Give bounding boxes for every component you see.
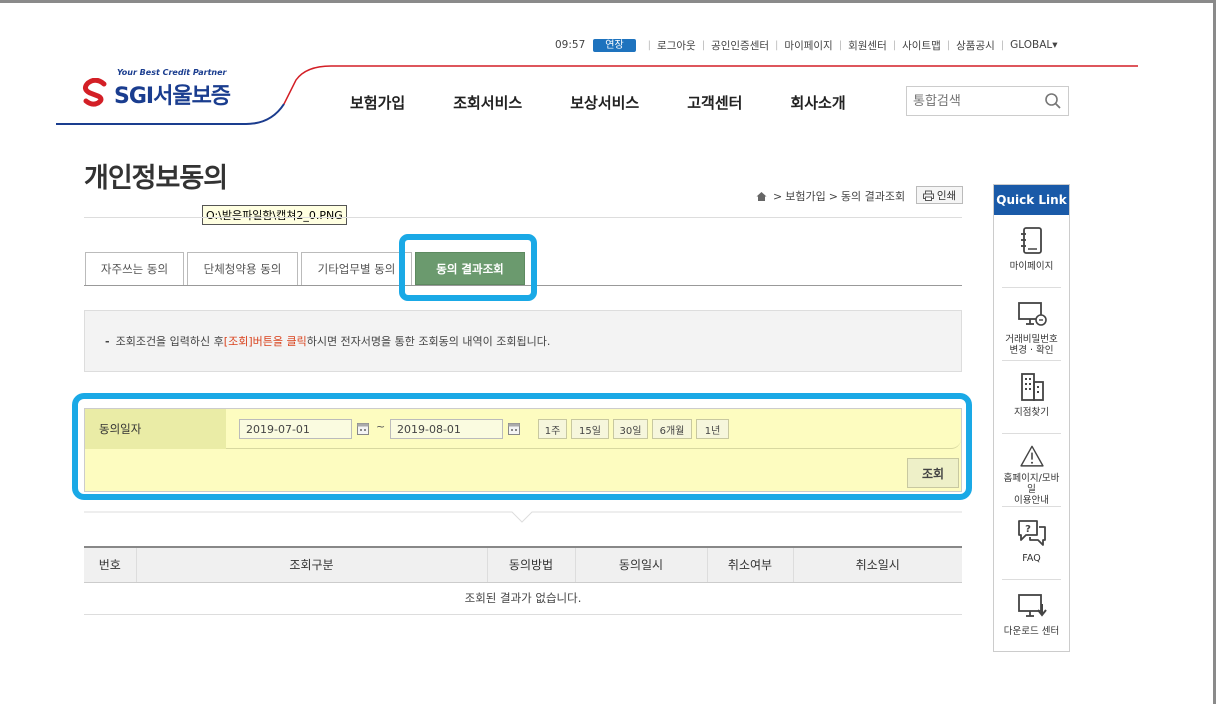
tab-frequent-consent[interactable]: 자주쓰는 동의 <box>85 252 184 285</box>
logout-link[interactable]: 로그아웃 <box>657 38 696 53</box>
notebook-icon <box>1020 227 1042 254</box>
file-path-tooltip: O:\받은파일함\캡쳐2_0.PNG <box>202 205 347 225</box>
svg-text:?: ? <box>1025 524 1031 535</box>
utility-bar: 09:57 연장 | 로그아웃 | 공인인증센터 | 마이페이지 | 회원센터 … <box>555 38 1058 52</box>
search-input[interactable] <box>913 93 1033 109</box>
monitor-lock-icon <box>1017 302 1047 326</box>
member-center-link[interactable]: 회원센터 <box>848 38 887 53</box>
quick-link-password[interactable]: 거래비밀번호 변경 · 확인 <box>1002 288 1061 361</box>
quick-link-label: 거래비밀번호 <box>1005 334 1058 345</box>
quick-link-download[interactable]: 다운로드 센터 <box>1002 580 1061 651</box>
session-time: 09:57 <box>555 39 586 51</box>
table-header-row: 번호 조회구분 동의방법 동의일시 취소여부 취소일시 <box>84 546 962 583</box>
col-consent-datetime: 동의일시 <box>575 546 708 583</box>
site-search <box>906 86 1069 116</box>
mypage-link[interactable]: 마이페이지 <box>784 38 832 53</box>
quick-link-guide[interactable]: 홈페이지/모바일 이용안내 <box>1002 434 1061 507</box>
warning-icon <box>1019 445 1044 467</box>
table-row: 조회된 결과가 없습니다. <box>84 582 962 615</box>
result-table: 번호 조회구분 동의방법 동의일시 취소여부 취소일시 조회된 결과가 없습니다… <box>84 546 962 615</box>
session-extend-button[interactable]: 연장 <box>593 38 636 52</box>
quick-link-label-sub: 변경 · 확인 <box>1009 345 1054 356</box>
product-notice-link[interactable]: 상품공시 <box>956 38 995 53</box>
highlight-box-tab <box>399 234 537 301</box>
global-nav: 보험가입 조회서비스 보상서비스 고객센터 회사소개 <box>350 92 894 113</box>
section-divider <box>84 511 962 523</box>
print-button[interactable]: 인쇄 <box>916 186 963 204</box>
quick-link-label: 마이페이지 <box>1009 261 1054 272</box>
col-inquiry-type: 조회구분 <box>136 546 488 583</box>
print-label: 인쇄 <box>936 189 957 202</box>
gnb-customer-center[interactable]: 고객센터 <box>687 92 742 113</box>
gnb-about[interactable]: 회사소개 <box>790 92 845 113</box>
printer-icon <box>922 190 934 201</box>
logo-tagline: Your Best Credit Partner <box>117 68 227 77</box>
title-divider <box>84 217 962 218</box>
gnb-insurance[interactable]: 보험가입 <box>350 92 405 113</box>
tab-other-consent[interactable]: 기타업무별 동의 <box>301 252 412 285</box>
sgi-logo-mark-icon <box>82 78 107 107</box>
info-text-highlight: [조회]버튼을 클릭 <box>223 335 307 348</box>
search-icon[interactable] <box>1044 92 1062 110</box>
page-title: 개인정보동의 <box>84 163 228 194</box>
cert-center-link[interactable]: 공인인증센터 <box>711 38 769 53</box>
building-icon <box>1020 373 1044 401</box>
quick-link-label: FAQ <box>1022 553 1041 564</box>
quick-link-label: 지점찾기 <box>1014 407 1049 418</box>
col-cancel-status: 취소여부 <box>707 546 794 583</box>
col-number: 번호 <box>84 546 137 583</box>
breadcrumb-level2: 동의 결과조회 <box>840 190 906 203</box>
home-icon[interactable] <box>756 191 767 202</box>
sgi-logo[interactable]: Your Best Credit Partner SGI서울보증 <box>82 68 231 110</box>
global-link[interactable]: GLOBAL▾ <box>1010 39 1057 51</box>
info-notice: - 조회조건을 입력하신 후 [조회]버튼을 클릭 하시면 전자서명을 통한 조… <box>84 310 962 372</box>
col-cancel-datetime: 취소일시 <box>793 546 962 583</box>
quick-link-title: Quick Link <box>994 185 1069 215</box>
window-frame-top <box>0 0 1216 3</box>
monitor-download-icon <box>1017 594 1047 617</box>
col-consent-method: 동의방법 <box>487 546 576 583</box>
breadcrumb: > 보험가입 > 동의 결과조회 <box>756 188 905 204</box>
quick-link-label: 다운로드 센터 <box>1003 626 1060 637</box>
gnb-inquiry[interactable]: 조회서비스 <box>453 92 522 113</box>
quick-link-label-sub: 이용안내 <box>1014 495 1049 506</box>
breadcrumb-level1[interactable]: 보험가입 <box>785 188 825 204</box>
quick-link-panel: Quick Link 마이페이지 거래비밀번호 변경 · 확인 지점찾기 홈페이… <box>993 184 1070 652</box>
highlight-box-form <box>72 393 972 500</box>
info-text-suffix: 하시면 전자서명을 통한 조회동의 내역이 조회됩니다. <box>306 335 551 348</box>
quick-link-label: 홈페이지/모바일 <box>1003 473 1060 495</box>
empty-result-message: 조회된 결과가 없습니다. <box>84 582 962 615</box>
quick-link-mypage[interactable]: 마이페이지 <box>1002 215 1061 288</box>
quick-link-branch[interactable]: 지점찾기 <box>1002 361 1061 434</box>
tab-group-consent[interactable]: 단체청약용 동의 <box>187 252 298 285</box>
logo-brand: SGI서울보증 <box>114 84 231 109</box>
faq-chat-icon: ? <box>1017 520 1046 546</box>
sitemap-link[interactable]: 사이트맵 <box>902 38 941 53</box>
info-text-prefix: 조회조건을 입력하신 후 <box>115 335 224 348</box>
gnb-compensation[interactable]: 보상서비스 <box>570 92 639 113</box>
quick-link-faq[interactable]: ? FAQ <box>1002 507 1061 580</box>
